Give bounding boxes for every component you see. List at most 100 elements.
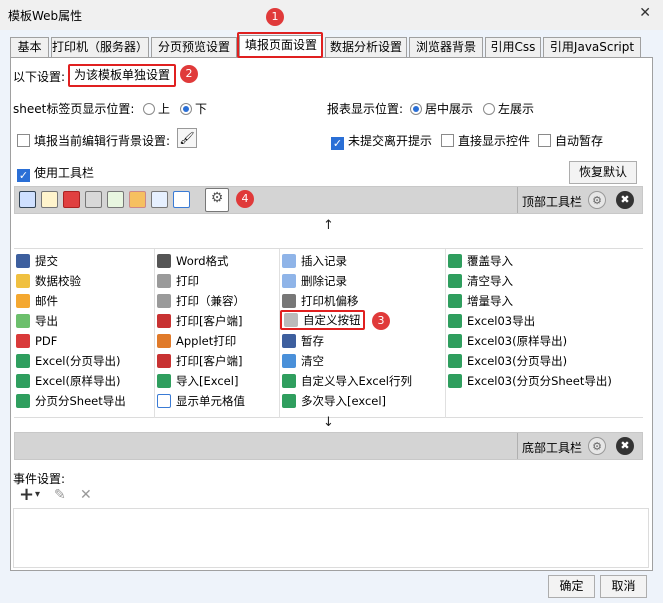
grid-button-applet-print[interactable]: Applet打印: [157, 331, 236, 351]
grid-button-print[interactable]: 打印: [157, 271, 199, 291]
grid-button-excel-page[interactable]: Excel(分页导出): [16, 351, 120, 371]
grid-button-clear[interactable]: 清空: [282, 351, 324, 371]
excel-icon: [448, 314, 462, 328]
fill-bg-checkbox[interactable]: 填报当前编辑行背景设置:: [17, 132, 170, 149]
save-icon: [282, 334, 296, 348]
restore-default-button[interactable]: 恢复默认: [569, 161, 637, 184]
cancel-button[interactable]: 取消: [600, 575, 647, 598]
grid-button-submit[interactable]: 提交: [16, 251, 58, 271]
tab-page-preview[interactable]: 分页预览设置: [151, 37, 237, 57]
tab-browser-bg[interactable]: 浏览器背景: [409, 37, 483, 57]
grid-button-overwrite-import[interactable]: 覆盖导入: [448, 251, 513, 271]
edit-event-icon[interactable]: ✎: [54, 487, 66, 503]
tab-basic[interactable]: 基本: [10, 37, 49, 57]
grid-button-label: 清空导入: [467, 274, 513, 288]
grid-button-insert-row[interactable]: 插入记录: [282, 251, 347, 271]
top-toolbar-settings-icon[interactable]: ⚙: [588, 191, 606, 209]
top-toolbar-remove-icon[interactable]: ✖: [616, 191, 634, 209]
radio-icon: [410, 103, 422, 115]
ok-button[interactable]: 确定: [548, 575, 595, 598]
chevron-down-icon[interactable]: ▾: [35, 489, 40, 500]
tab-javascript[interactable]: 引用JavaScript: [543, 37, 641, 57]
grid-button-import-excel[interactable]: 导入[Excel]: [157, 371, 238, 391]
radio-icon: [180, 103, 192, 115]
grid-button-label: PDF: [35, 334, 58, 348]
grid-button-excel03-original[interactable]: Excel03(原样导出): [448, 331, 567, 351]
bottom-toolbar-settings-icon[interactable]: ⚙: [588, 437, 606, 455]
report-pos-label: 报表显示位置:: [327, 102, 404, 116]
delete-event-icon[interactable]: ✕: [80, 487, 92, 503]
highlight-fill-tab: [237, 32, 323, 58]
bottom-toolbar-label: 底部工具栏: [522, 441, 583, 455]
move-down-arrow[interactable]: ↓: [14, 415, 643, 431]
grid-button-save-draft[interactable]: 暂存: [282, 331, 324, 351]
grid-button-printer-offset[interactable]: 打印机偏移: [282, 291, 359, 311]
grid-button-print-client[interactable]: 打印[客户端]: [157, 311, 242, 331]
scope-dropdown[interactable]: 为该模板单独设置: [68, 64, 177, 87]
gear-icon: [284, 313, 298, 327]
grid-button-word[interactable]: Word格式: [157, 251, 229, 271]
grid-button-print-client-2[interactable]: 打印[客户端]: [157, 351, 242, 371]
export-icon[interactable]: [107, 191, 124, 208]
custom-button-gear-icon[interactable]: ⚙: [205, 188, 229, 212]
grid-divider: [279, 249, 280, 418]
grid-button-excel03-export[interactable]: Excel03导出: [448, 311, 535, 331]
tab-data-analysis[interactable]: 数据分析设置: [325, 37, 407, 57]
grid-button-multi-import[interactable]: 多次导入[excel]: [282, 391, 386, 411]
grid-button-verify[interactable]: 数据校验: [16, 271, 81, 291]
grid-button-excel-original[interactable]: Excel(原样导出): [16, 371, 120, 391]
printer-icon: [157, 274, 171, 288]
direct-ctrl-checkbox[interactable]: 直接显示控件: [441, 132, 530, 149]
autosave-checkbox[interactable]: 自动暂存: [538, 132, 603, 149]
save-icon[interactable]: [19, 191, 36, 208]
grid-button-custom[interactable]: 自定义按钮: [280, 310, 365, 330]
grid-button-show-cell[interactable]: 显示单元格值: [157, 391, 245, 411]
move-up-arrow[interactable]: ↑: [14, 218, 643, 234]
window-titlebar: 模板Web属性 ✕: [0, 0, 663, 30]
grid-button-excel03-page[interactable]: Excel03(分页导出): [448, 351, 567, 371]
paint-bucket-icon[interactable]: 🖌: [177, 128, 197, 148]
report-pos-center-radio[interactable]: 居中展示: [410, 100, 473, 117]
excel-icon: [448, 354, 462, 368]
grid-button-pdf[interactable]: PDF: [16, 331, 57, 351]
grid-button-clear-import[interactable]: 清空导入: [448, 271, 513, 291]
annotation-badge-1: 1: [266, 8, 284, 26]
grid-divider: [154, 249, 155, 418]
grid-button-label: 打印: [176, 274, 199, 288]
excel-icon: [448, 254, 462, 268]
sheet-tab-bottom-radio[interactable]: 下: [180, 100, 207, 117]
bottom-toolbar-remove-icon[interactable]: ✖: [616, 437, 634, 455]
tab-css[interactable]: 引用Css: [485, 37, 541, 57]
toolbar-divider: [517, 433, 518, 459]
top-toolbar: ⚙ 4 顶部工具栏 ⚙ ✖: [14, 186, 643, 214]
mail-icon[interactable]: [129, 191, 146, 208]
checkbox-label: 填报当前编辑行背景设置:: [34, 134, 171, 148]
cell-icon[interactable]: [173, 191, 190, 208]
grid-button-delete-row[interactable]: 删除记录: [282, 271, 347, 291]
pencil-icon[interactable]: [41, 191, 58, 208]
grid-button-incremental-import[interactable]: 增量导入: [448, 291, 513, 311]
grid-button-label: 打印[客户端]: [176, 314, 243, 328]
close-icon[interactable]: ✕: [639, 5, 651, 21]
tab-printer-server[interactable]: 打印机（服务器）: [51, 37, 149, 57]
printer-icon[interactable]: [85, 191, 102, 208]
use-toolbar-checkbox[interactable]: ✓ 使用工具栏: [17, 164, 94, 182]
grid-button-excel03-sheet[interactable]: Excel03(分页分Sheet导出): [448, 371, 612, 391]
grid-button-label: 分页分Sheet导出: [35, 394, 126, 408]
report-pos-left-radio[interactable]: 左展示: [483, 100, 534, 117]
add-event-icon[interactable]: +: [19, 484, 34, 505]
insert-row-icon[interactable]: [151, 191, 168, 208]
grid-button-label: Applet打印: [176, 334, 237, 348]
save-icon: [16, 254, 30, 268]
grid-button-export[interactable]: 导出: [16, 311, 58, 331]
sheet-tab-top-radio[interactable]: 上: [143, 100, 170, 117]
eraser-icon: [282, 354, 296, 368]
grid-button-mail[interactable]: 邮件: [16, 291, 58, 311]
unsubmitted-checkbox[interactable]: ✓ 未提交离开提示: [331, 132, 432, 150]
grid-button-excel-sheet[interactable]: 分页分Sheet导出: [16, 391, 126, 411]
radio-label: 左展示: [498, 102, 535, 116]
grid-button-custom-import[interactable]: 自定义导入Excel行列: [282, 371, 412, 391]
grid-button-print-compat[interactable]: 打印（兼容）: [157, 291, 245, 311]
export-icon: [16, 314, 30, 328]
pdf-icon[interactable]: [63, 191, 80, 208]
